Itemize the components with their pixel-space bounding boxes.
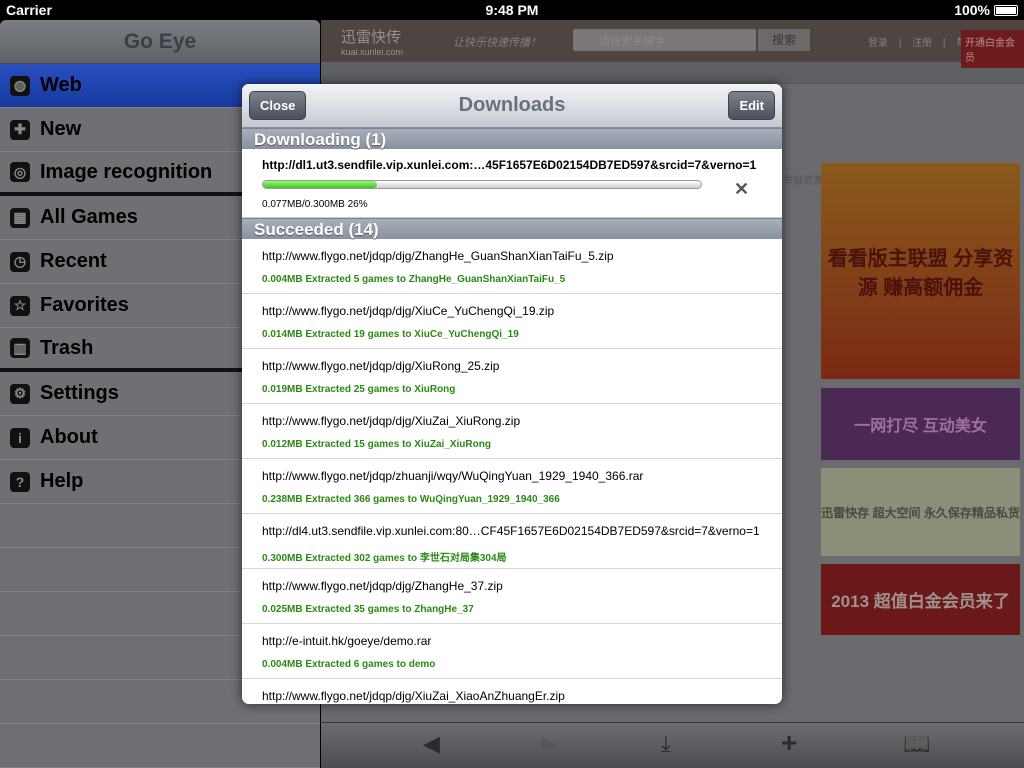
file-url: http://e-intuit.hk/goeye/demo.rar xyxy=(262,634,432,648)
file-url: http://www.flygo.net/jdqp/zhuanji/wqy/Wu… xyxy=(262,469,644,483)
extract-status: 0.025MB Extracted 35 games to ZhangHe_37 xyxy=(262,604,474,615)
search-button[interactable]: 搜索 xyxy=(758,29,810,51)
slogan: 让快乐快速传播！ xyxy=(453,37,541,49)
extract-status: 0.014MB Extracted 19 games to XiuCe_YuCh… xyxy=(262,329,519,340)
site-logo[interactable]: 迅雷快传 kuai.xunlei.com xyxy=(341,26,403,57)
sidebar-item-label: New xyxy=(40,118,82,140)
status-bar: Carrier 9:48 PM 100% xyxy=(0,0,1024,20)
extract-status: 0.300MB Extracted 302 games to 李世石对局集304… xyxy=(262,553,507,564)
downloading-item[interactable]: http://dl1.ut3.sendfile.vip.xunlei.com:…… xyxy=(242,149,782,218)
sidebar-item-label: All Games xyxy=(40,206,138,228)
progress-text: 0.077MB/0.300MB 26% xyxy=(262,199,368,210)
plus-icon: ✚ xyxy=(10,119,30,140)
gear-icon: ⚙ xyxy=(10,383,30,404)
sidebar-title: Go Eye xyxy=(0,20,320,64)
progress-bar xyxy=(262,180,702,189)
close-button[interactable]: Close xyxy=(249,91,307,120)
sidebar-item-label: Settings xyxy=(40,382,119,404)
ad-banner[interactable]: 看看版主联盟 分享资源 赚高额佣金 xyxy=(821,163,1020,379)
forward-icon[interactable]: ▶ xyxy=(541,731,558,757)
file-url: http://www.flygo.net/jdqp/djg/XiuZai_Xia… xyxy=(262,689,565,703)
list-item[interactable]: http://www.flygo.net/jdqp/djg/ZhangHe_37… xyxy=(242,569,782,624)
extract-status: 0.012MB Extracted 15 games to XiuZai_Xiu… xyxy=(262,439,491,450)
sidebar-item-label: Web xyxy=(40,74,82,96)
downloading-header: Downloading (1) xyxy=(242,128,782,149)
back-icon[interactable]: ◀ xyxy=(423,731,440,757)
list-item[interactable]: http://www.flygo.net/jdqp/zhuanji/wqy/Wu… xyxy=(242,459,782,514)
download-url: http://dl1.ut3.sendfile.vip.xunlei.com:…… xyxy=(262,158,757,172)
ad-banner[interactable]: 一网打尽 互动美女 xyxy=(821,388,1020,460)
trash-icon: ▥ xyxy=(10,338,30,358)
battery-percent: 100% xyxy=(954,2,990,18)
downloads-dialog: Close Downloads Edit Downloading (1) htt… xyxy=(242,84,782,704)
cancel-download-icon[interactable]: ✕ xyxy=(734,179,749,200)
file-url: http://www.flygo.net/jdqp/djg/XiuZai_Xiu… xyxy=(262,414,521,428)
sidebar-item-label: Recent xyxy=(40,250,107,272)
download-icon[interactable]: ⤓ xyxy=(661,731,671,757)
report-link[interactable]: 举报资源 xyxy=(783,172,823,187)
bookmarks-icon[interactable]: 📖 xyxy=(903,731,930,757)
file-url: http://www.flygo.net/jdqp/djg/XiuCe_YuCh… xyxy=(262,304,555,318)
list-item[interactable]: http://dl4.ut3.sendfile.vip.xunlei.com:8… xyxy=(242,514,782,569)
ad-banner[interactable]: 2013 超值白金会员来了 xyxy=(821,564,1020,635)
extract-status: 0.238MB Extracted 366 games to WuQingYua… xyxy=(262,494,560,505)
sidebar-item-label: Favorites xyxy=(40,294,129,316)
dialog-title: Downloads xyxy=(458,94,566,116)
sidebar-item-label: Help xyxy=(40,470,84,492)
succeeded-header: Succeeded (14) xyxy=(242,218,782,239)
add-icon[interactable]: + xyxy=(781,727,797,759)
ad-banner[interactable]: 迅雷快存 超大空间 永久保存精品私货 xyxy=(821,468,1020,556)
file-url: http://dl4.ut3.sendfile.vip.xunlei.com:8… xyxy=(262,524,760,538)
edit-button[interactable]: Edit xyxy=(728,91,775,120)
file-url: http://www.flygo.net/jdqp/djg/ZhangHe_Gu… xyxy=(262,249,614,263)
search-input[interactable]: 请搜索关键字 xyxy=(573,29,756,51)
extract-status: 0.004MB Extracted 5 games to ZhangHe_Gua… xyxy=(262,274,566,285)
sidebar-item-label: Image recognition xyxy=(40,160,213,183)
list-item[interactable]: http://www.flygo.net/jdqp/djg/XiuRong_25… xyxy=(242,349,782,404)
browser-toolbar: ◀ ▶ ⤓ + 📖 xyxy=(321,722,1024,768)
list-item[interactable]: http://www.flygo.net/jdqp/djg/XiuZai_Xiu… xyxy=(242,404,782,459)
extract-status: 0.004MB Extracted 6 games to demo xyxy=(262,659,436,670)
list-item[interactable]: http://e-intuit.hk/goeye/demo.rar 0.004MB… xyxy=(242,624,782,679)
vip-button[interactable]: 开通白金会员 xyxy=(961,30,1024,68)
battery-icon xyxy=(994,4,1018,16)
info-icon: i xyxy=(10,427,30,448)
file-url: http://www.flygo.net/jdqp/djg/ZhangHe_37… xyxy=(262,579,503,593)
list-item[interactable]: http://www.flygo.net/jdqp/djg/XiuZai_Xia… xyxy=(242,679,782,704)
globe-icon: ◍ xyxy=(10,75,30,96)
star-icon: ☆ xyxy=(10,295,30,316)
list-item[interactable]: http://www.flygo.net/jdqp/djg/ZhangHe_Gu… xyxy=(242,239,782,294)
web-header: 迅雷快传 kuai.xunlei.com 让快乐快速传播！ 请搜索关键字 搜索 登… xyxy=(321,20,1024,68)
list-item[interactable]: http://www.flygo.net/jdqp/djg/XiuCe_YuCh… xyxy=(242,294,782,349)
clock: 9:48 PM xyxy=(485,2,539,18)
grid-icon: ▦ xyxy=(10,207,30,228)
camera-target-icon: ◎ xyxy=(10,162,30,182)
clock-icon: ◷ xyxy=(10,251,30,272)
sidebar-item-label: About xyxy=(40,426,98,448)
file-url: http://www.flygo.net/jdqp/djg/XiuRong_25… xyxy=(262,359,500,373)
extract-status: 0.019MB Extracted 25 games to XiuRong xyxy=(262,384,456,395)
help-icon: ? xyxy=(10,471,30,492)
sidebar-item-label: Trash xyxy=(40,336,94,359)
